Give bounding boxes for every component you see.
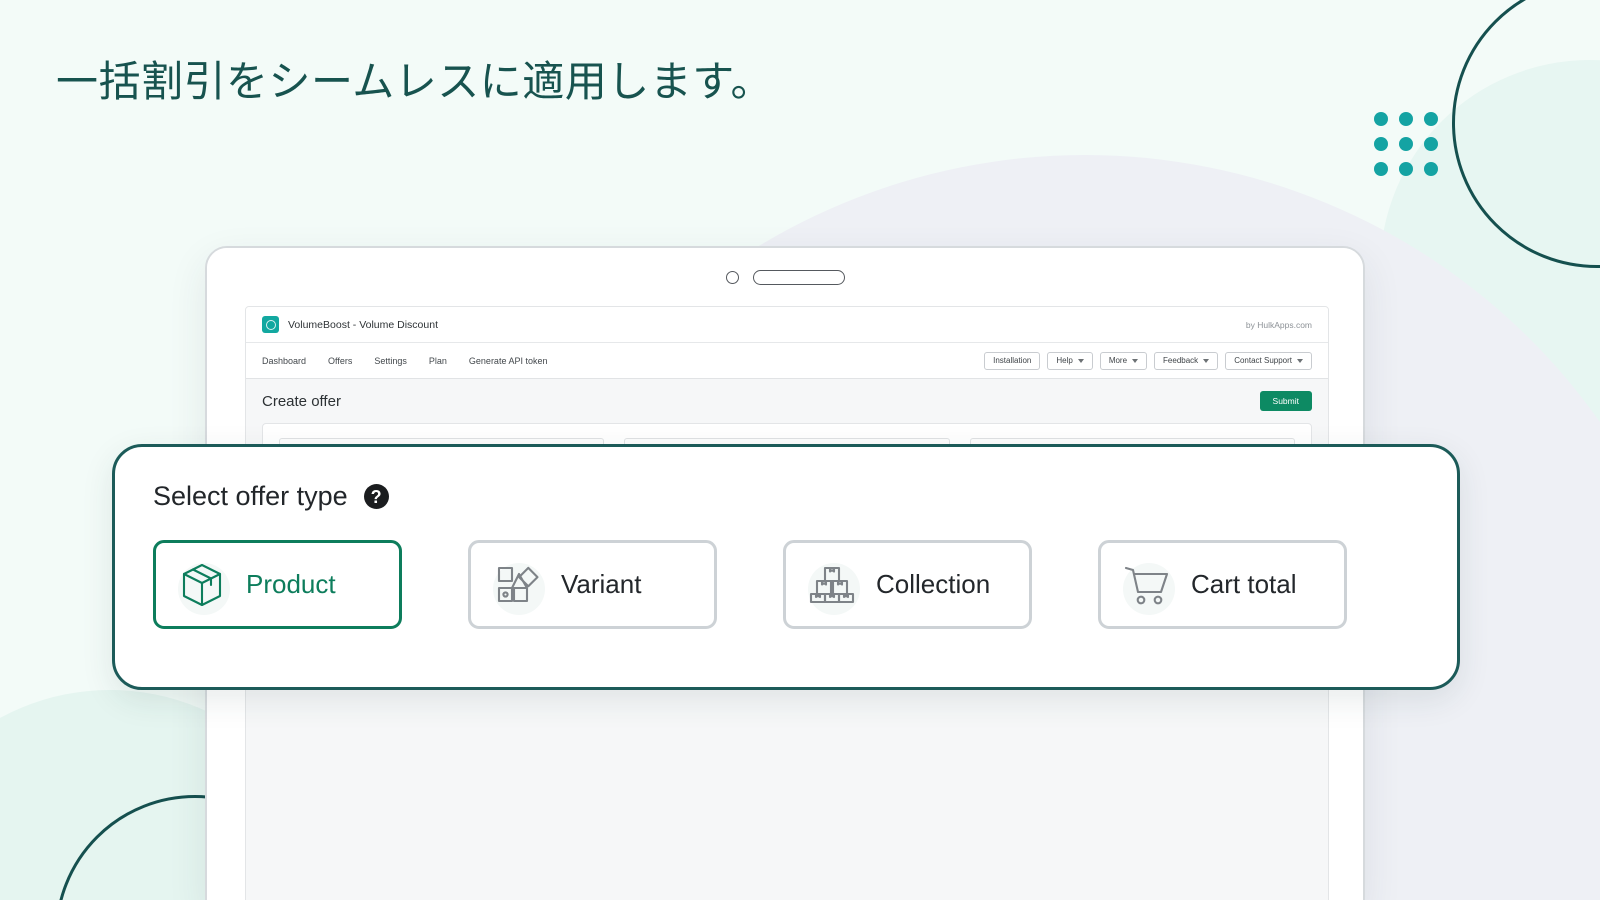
select-offer-type-title: Select offer type [153, 481, 348, 511]
offer-type-option-product[interactable]: Product [153, 540, 402, 629]
help-button[interactable]: Help [1047, 351, 1093, 370]
nav-item-plan[interactable]: Plan [429, 356, 447, 366]
box-icon [176, 559, 228, 611]
offer-type-label-variant: Variant [561, 569, 642, 599]
contact-support-button-label: Contact Support [1234, 355, 1292, 365]
app-credit: by HulkApps.com [1245, 319, 1312, 330]
speaker-grille-icon [752, 269, 845, 285]
chevron-down-icon [1297, 358, 1303, 363]
shapes-grid-icon [491, 559, 543, 611]
nav-item-offers[interactable]: Offers [328, 356, 352, 366]
nav-item-generate-api-token[interactable]: Generate API token [469, 356, 548, 366]
shopping-cart-icon [1121, 559, 1173, 611]
nav-item-settings[interactable]: Settings [374, 356, 407, 366]
offer-type-options: Product Variant Collection Cart total [153, 540, 1419, 629]
feedback-button-label: Feedback [1163, 355, 1199, 365]
submit-button[interactable]: Submit [1259, 390, 1312, 412]
dot-grid-decoration-icon [1374, 112, 1438, 176]
question-mark-icon[interactable]: ? [363, 484, 389, 509]
tablet-bezel [207, 248, 1363, 306]
offer-type-option-collection[interactable]: Collection [783, 540, 1032, 629]
chevron-down-icon [1203, 358, 1210, 363]
chevron-down-icon [1077, 358, 1084, 363]
select-offer-type-card: Select offer type ? Product Variant Coll… [112, 444, 1460, 690]
chevron-down-icon [1132, 358, 1139, 363]
help-button-label: Help [1056, 355, 1073, 365]
nav-item-dashboard[interactable]: Dashboard [262, 356, 306, 366]
more-button[interactable]: More [1099, 351, 1148, 370]
app-navigation-bar: Dashboard Offers Settings Plan Generate … [246, 343, 1328, 379]
contact-support-button[interactable]: Contact Support [1225, 351, 1312, 370]
offer-type-option-variant[interactable]: Variant [468, 540, 717, 629]
promo-banner: 一括割引をシームレスに適用します。 VolumeBoost - Volume D… [0, 0, 1600, 900]
stacked-boxes-icon [806, 559, 858, 611]
app-header-bar: VolumeBoost - Volume Discount by HulkApp… [246, 307, 1328, 343]
page-headline: 一括割引をシームレスに適用します。 [56, 58, 774, 105]
offer-type-label-collection: Collection [876, 569, 991, 599]
page-title: Create offer [262, 392, 341, 410]
nav-action-buttons: Installation Help More Feedback Contact … [984, 351, 1312, 370]
app-title: VolumeBoost - Volume Discount [288, 318, 438, 331]
more-button-label: More [1108, 355, 1128, 365]
feedback-button[interactable]: Feedback [1154, 351, 1219, 370]
installation-button[interactable]: Installation [984, 351, 1041, 370]
page-title-bar: Create offer Submit [246, 379, 1328, 423]
offer-type-label-product: Product [246, 569, 336, 599]
offer-type-label-cart-total: Cart total [1191, 569, 1297, 599]
select-offer-type-title-row: Select offer type ? [153, 481, 1419, 512]
offer-type-option-cart-total[interactable]: Cart total [1098, 540, 1347, 629]
volumeboost-logo-icon [262, 316, 279, 333]
camera-icon [725, 270, 739, 284]
installation-button-label: Installation [993, 355, 1032, 365]
